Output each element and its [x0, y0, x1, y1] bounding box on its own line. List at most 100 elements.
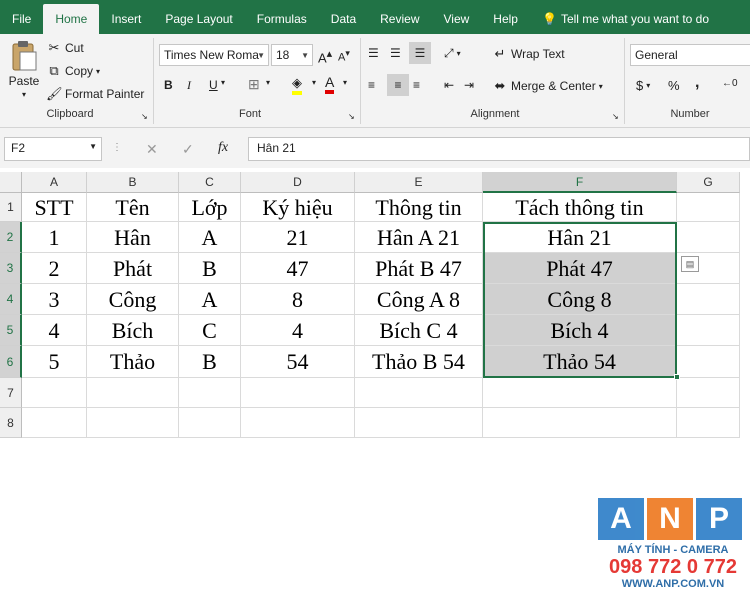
- cell-e1[interactable]: Thông tin: [355, 193, 483, 222]
- font-color-dropdown-icon[interactable]: ▾: [343, 78, 347, 87]
- column-header-a[interactable]: A: [22, 172, 87, 193]
- clipboard-launcher-icon[interactable]: ↘: [141, 112, 148, 121]
- cell-e8[interactable]: [355, 408, 483, 438]
- cell-c3[interactable]: B: [179, 253, 241, 284]
- tab-home[interactable]: Home: [43, 4, 100, 34]
- cell-e6[interactable]: Thảo B 54: [355, 346, 483, 378]
- fill-color-button[interactable]: ◈: [292, 75, 302, 95]
- cell-f8[interactable]: [483, 408, 677, 438]
- row-header-5[interactable]: 5: [0, 315, 22, 346]
- cell-b7[interactable]: [87, 378, 179, 408]
- row-header-2[interactable]: 2: [0, 222, 22, 253]
- tell-me-box[interactable]: 💡 Tell me what you want to do: [530, 4, 721, 34]
- cut-button[interactable]: ✂ Cut: [46, 40, 84, 56]
- cell-a1[interactable]: STT: [22, 193, 87, 222]
- cell-b1[interactable]: Tên: [87, 193, 179, 222]
- cell-g7[interactable]: [677, 378, 740, 408]
- row-header-6[interactable]: 6: [0, 346, 22, 378]
- name-box[interactable]: F2 ▼: [4, 137, 102, 161]
- cell-d6[interactable]: 54: [241, 346, 355, 378]
- cell-a5[interactable]: 4: [22, 315, 87, 346]
- cell-a3[interactable]: 2: [22, 253, 87, 284]
- tab-data[interactable]: Data: [319, 4, 368, 34]
- cell-c4[interactable]: A: [179, 284, 241, 315]
- cell-d2[interactable]: 21: [241, 222, 355, 253]
- quick-analysis-icon[interactable]: ▤: [681, 256, 699, 272]
- number-format-dropdown[interactable]: General: [630, 44, 750, 66]
- cell-d7[interactable]: [241, 378, 355, 408]
- cell-e2[interactable]: Hân A 21: [355, 222, 483, 253]
- fill-handle[interactable]: [674, 374, 680, 380]
- tab-insert[interactable]: Insert: [99, 4, 153, 34]
- align-top-icon[interactable]: ☰: [368, 46, 379, 60]
- row-header-7[interactable]: 7: [0, 378, 22, 408]
- row-header-8[interactable]: 8: [0, 408, 22, 438]
- merge-center-button[interactable]: ⬌ Merge & Center ▾: [492, 78, 603, 94]
- underline-dropdown-icon[interactable]: ▾: [221, 78, 225, 87]
- copy-button[interactable]: ⧉ Copy ▾: [46, 63, 100, 79]
- column-header-b[interactable]: B: [87, 172, 179, 193]
- cell-b3[interactable]: Phát: [87, 253, 179, 284]
- cell-f7[interactable]: [483, 378, 677, 408]
- cell-d4[interactable]: 8: [241, 284, 355, 315]
- row-header-3[interactable]: 3: [0, 253, 22, 284]
- cell-a8[interactable]: [22, 408, 87, 438]
- cell-f3[interactable]: Phát 47: [483, 253, 677, 284]
- font-color-button[interactable]: A: [325, 74, 335, 94]
- tab-file[interactable]: File: [0, 4, 43, 34]
- cell-b2[interactable]: Hân: [87, 222, 179, 253]
- cell-f4[interactable]: Công 8: [483, 284, 677, 315]
- alignment-launcher-icon[interactable]: ↘: [612, 112, 619, 121]
- tab-review[interactable]: Review: [368, 4, 431, 34]
- cell-f1[interactable]: Tách thông tin: [483, 193, 677, 222]
- cell-f5[interactable]: Bích 4: [483, 315, 677, 346]
- cell-d1[interactable]: Ký hiệu: [241, 193, 355, 222]
- row-header-1[interactable]: 1: [0, 193, 22, 222]
- increase-indent-icon[interactable]: ⇥: [464, 78, 474, 92]
- row-header-4[interactable]: 4: [0, 284, 22, 315]
- currency-button[interactable]: $ ▾: [636, 78, 650, 93]
- increase-font-button[interactable]: A▴: [318, 47, 332, 65]
- cell-c7[interactable]: [179, 378, 241, 408]
- cell-d5[interactable]: 4: [241, 315, 355, 346]
- column-header-g[interactable]: G: [677, 172, 740, 193]
- column-header-d[interactable]: D: [241, 172, 355, 193]
- borders-dropdown-icon[interactable]: ▾: [266, 78, 270, 87]
- cell-d8[interactable]: [241, 408, 355, 438]
- cell-e4[interactable]: Công A 8: [355, 284, 483, 315]
- column-header-f[interactable]: F: [483, 172, 677, 193]
- fill-dropdown-icon[interactable]: ▾: [312, 78, 316, 87]
- formula-input[interactable]: Hân 21: [248, 137, 750, 161]
- cell-b8[interactable]: [87, 408, 179, 438]
- cell-b5[interactable]: Bích: [87, 315, 179, 346]
- cell-c5[interactable]: C: [179, 315, 241, 346]
- cell-c2[interactable]: A: [179, 222, 241, 253]
- cancel-icon[interactable]: ✕: [146, 141, 158, 158]
- borders-icon[interactable]: ⊞: [248, 76, 260, 93]
- increase-decimal-icon[interactable]: ←0: [722, 78, 738, 89]
- cell-g6[interactable]: [677, 346, 740, 378]
- cell-e5[interactable]: Bích C 4: [355, 315, 483, 346]
- font-launcher-icon[interactable]: ↘: [348, 112, 355, 121]
- italic-button[interactable]: I: [187, 78, 191, 93]
- cell-a4[interactable]: 3: [22, 284, 87, 315]
- tab-page-layout[interactable]: Page Layout: [153, 4, 244, 34]
- wrap-text-button[interactable]: ↵ Wrap Text: [492, 46, 565, 62]
- align-middle-icon[interactable]: ☰: [390, 46, 401, 60]
- cell-a7[interactable]: [22, 378, 87, 408]
- align-left-icon[interactable]: ≡: [368, 78, 375, 92]
- comma-button[interactable]: ,: [695, 74, 699, 92]
- align-right-icon[interactable]: ≡: [413, 78, 420, 92]
- format-painter-button[interactable]: 🖌 Format Painter: [46, 86, 144, 102]
- cell-g5[interactable]: [677, 315, 740, 346]
- decrease-indent-icon[interactable]: ⇤: [444, 78, 454, 92]
- column-header-c[interactable]: C: [179, 172, 241, 193]
- column-header-e[interactable]: E: [355, 172, 483, 193]
- tab-help[interactable]: Help: [481, 4, 530, 34]
- cell-e3[interactable]: Phát B 47: [355, 253, 483, 284]
- enter-icon[interactable]: ✓: [182, 141, 194, 158]
- cell-b4[interactable]: Công: [87, 284, 179, 315]
- cell-a2[interactable]: 1: [22, 222, 87, 253]
- cell-g4[interactable]: [677, 284, 740, 315]
- font-name-dropdown[interactable]: Times New Roma ▼: [159, 44, 269, 66]
